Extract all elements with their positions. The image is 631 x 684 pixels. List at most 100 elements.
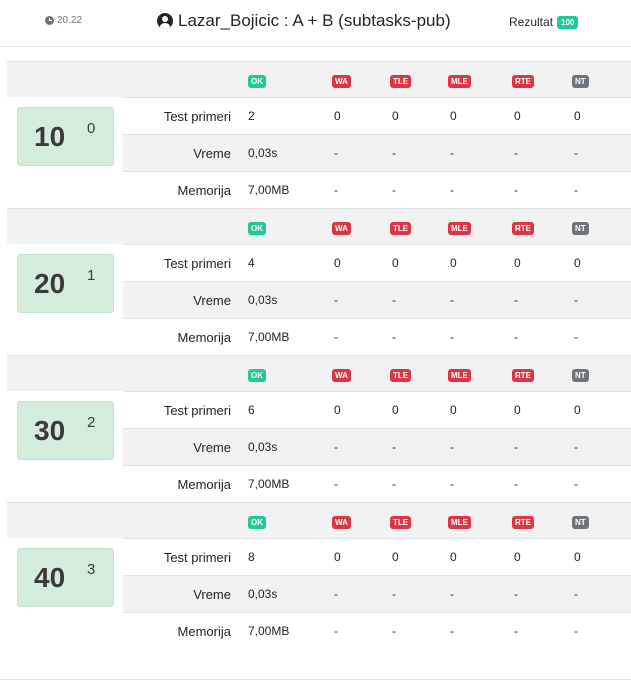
status-badge-ok: OK xyxy=(248,369,266,382)
row-label: Memorija xyxy=(177,330,231,345)
row-tests: Test primeri 8 0 0 0 0 0 xyxy=(123,538,631,575)
row-tests: Test primeri 2 0 0 0 0 0 xyxy=(123,97,631,134)
subtask-0: OK WA TLE MLE RTE NT 10 0 Test primeri 2 0 0 0 0 0 Vrem… xyxy=(7,61,631,208)
footer-divider xyxy=(0,679,631,680)
row-memory: Memorija 7,00MB - - - - - xyxy=(123,318,631,355)
cell-tests-tle: 0 xyxy=(392,550,399,564)
subtask-header-row: OK WA TLE MLE RTE NT xyxy=(7,208,631,244)
row-label: Vreme xyxy=(193,293,231,308)
subtask-score-box: 30 2 xyxy=(17,401,114,460)
status-badge-mle: MLE xyxy=(448,516,471,529)
cell-tests-wa: 0 xyxy=(334,109,341,123)
status-badge-nt: NT xyxy=(572,369,589,382)
cell-time-ok: 0,03s xyxy=(248,293,278,307)
cell-time-nt: - xyxy=(574,146,578,160)
row-label: Test primeri xyxy=(163,550,231,565)
row-label: Test primeri xyxy=(163,256,231,271)
status-badge-wa: WA xyxy=(332,222,351,235)
row-time: Vreme 0,03s - - - - - xyxy=(123,575,631,612)
cell-tests-nt: 0 xyxy=(574,550,581,564)
row-time: Vreme 0,03s - - - - - xyxy=(123,134,631,171)
subtask-2: OK WA TLE MLE RTE NT 30 2 Test primeri 6 0 0 0 0 0 Vrem… xyxy=(7,355,631,502)
cell-time-nt: - xyxy=(574,440,578,454)
cell-time-tle: - xyxy=(392,587,396,601)
cell-time-ok: 0,03s xyxy=(248,587,278,601)
cell-time-mle: - xyxy=(450,146,454,160)
cell-tests-nt: 0 xyxy=(574,256,581,270)
result-label: Rezultat xyxy=(509,15,554,29)
subtask-score-box: 20 1 xyxy=(17,254,114,313)
status-badge-ok: OK xyxy=(248,75,266,88)
subtask-score: 30 xyxy=(34,415,66,446)
cell-memory-rte: - xyxy=(514,330,518,344)
row-memory: Memorija 7,00MB - - - - - xyxy=(123,171,631,208)
cell-time-nt: - xyxy=(574,587,578,601)
page-title: Lazar_Bojicic : A + B (subtasks-pub) xyxy=(157,11,451,31)
subtask-score: 20 xyxy=(34,268,66,299)
status-badge-ok: OK xyxy=(248,222,266,235)
cell-tests-mle: 0 xyxy=(450,403,457,417)
result: Rezultat 100 xyxy=(509,15,579,29)
cell-memory-wa: - xyxy=(334,624,338,638)
subtask-1: OK WA TLE MLE RTE NT 20 1 Test primeri 4 0 0 0 0 0 Vrem… xyxy=(7,208,631,355)
row-label: Test primeri xyxy=(163,109,231,124)
cell-time-ok: 0,03s xyxy=(248,146,278,160)
cell-time-mle: - xyxy=(450,440,454,454)
status-badge-nt: NT xyxy=(572,75,589,88)
cell-memory-wa: - xyxy=(334,183,338,197)
subtask-header-row: OK WA TLE MLE RTE NT xyxy=(7,355,631,391)
status-badge-tle: TLE xyxy=(390,222,412,235)
cell-memory-wa: - xyxy=(334,330,338,344)
cell-memory-nt: - xyxy=(574,183,578,197)
header: 20.22 Lazar_Bojicic : A + B (subtasks-pu… xyxy=(0,0,631,47)
row-time: Vreme 0,03s - - - - - xyxy=(123,281,631,318)
status-badge-tle: TLE xyxy=(390,516,412,529)
cell-memory-nt: - xyxy=(574,624,578,638)
status-badge-wa: WA xyxy=(332,369,351,382)
subtask-header-row: OK WA TLE MLE RTE NT xyxy=(7,61,631,97)
cell-tests-nt: 0 xyxy=(574,403,581,417)
subtask-index: 3 xyxy=(87,561,96,578)
status-badge-mle: MLE xyxy=(448,75,471,88)
row-time: Vreme 0,03s - - - - - xyxy=(123,428,631,465)
cell-memory-tle: - xyxy=(392,624,396,638)
cell-memory-ok: 7,00MB xyxy=(248,183,290,197)
cell-tests-rte: 0 xyxy=(514,550,521,564)
user-circle-icon xyxy=(157,13,173,29)
cell-time-tle: - xyxy=(392,146,396,160)
cell-tests-tle: 0 xyxy=(392,256,399,270)
subtask-index: 2 xyxy=(87,414,96,431)
cell-time-rte: - xyxy=(514,293,518,307)
cell-memory-mle: - xyxy=(450,330,454,344)
cell-tests-nt: 0 xyxy=(574,109,581,123)
cell-time-mle: - xyxy=(450,587,454,601)
title-text: Lazar_Bojicic : A + B (subtasks-pub) xyxy=(178,11,451,30)
cell-time-tle: - xyxy=(392,440,396,454)
submission-time: 20.22 xyxy=(45,15,82,26)
cell-time-ok: 0,03s xyxy=(248,440,278,454)
cell-memory-tle: - xyxy=(392,183,396,197)
subtask-score-box: 10 0 xyxy=(17,107,114,166)
status-badge-mle: MLE xyxy=(448,222,471,235)
row-label: Test primeri xyxy=(163,403,231,418)
cell-time-wa: - xyxy=(334,440,338,454)
cell-time-rte: - xyxy=(514,587,518,601)
status-badge-tle: TLE xyxy=(390,75,412,88)
cell-tests-tle: 0 xyxy=(392,109,399,123)
subtask-score: 10 xyxy=(34,121,66,152)
status-badge-rte: RTE xyxy=(512,516,534,529)
cell-tests-tle: 0 xyxy=(392,403,399,417)
subtask-3: OK WA TLE MLE RTE NT 40 3 Test primeri 8 0 0 0 0 0 Vrem… xyxy=(7,502,631,649)
cell-memory-mle: - xyxy=(450,624,454,638)
cell-memory-tle: - xyxy=(392,330,396,344)
cell-tests-mle: 0 xyxy=(450,109,457,123)
cell-memory-rte: - xyxy=(514,624,518,638)
cell-time-tle: - xyxy=(392,293,396,307)
row-label: Vreme xyxy=(193,587,231,602)
subtask-header-row: OK WA TLE MLE RTE NT xyxy=(7,502,631,538)
cell-memory-tle: - xyxy=(392,477,396,491)
row-tests: Test primeri 4 0 0 0 0 0 xyxy=(123,244,631,281)
status-badge-rte: RTE xyxy=(512,222,534,235)
cell-time-wa: - xyxy=(334,587,338,601)
row-label: Vreme xyxy=(193,146,231,161)
